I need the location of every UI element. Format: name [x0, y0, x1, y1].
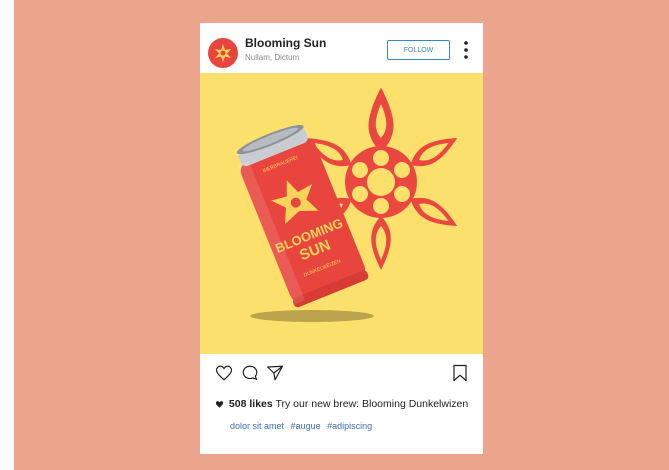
post-actions [200, 354, 483, 394]
comment-icon[interactable] [241, 364, 259, 382]
post-header: Blooming Sun Nullam, Dictum FOLLOW [200, 23, 483, 73]
account-location: Nullam, Dictum [245, 53, 300, 62]
follow-button[interactable]: FOLLOW [387, 40, 450, 60]
hashtag[interactable]: #adipiscing [327, 421, 372, 431]
more-vertical-icon[interactable] [462, 40, 470, 60]
bookmark-icon[interactable] [451, 364, 469, 382]
account-avatar[interactable] [208, 38, 238, 68]
heart-filled-icon [215, 401, 224, 408]
post-caption: 508 likes Try our new brew: Blooming Dun… [215, 398, 468, 410]
heart-outline-icon[interactable] [215, 364, 233, 382]
instagram-post-card: Blooming Sun Nullam, Dictum FOLLOW BLOOM… [200, 23, 483, 454]
caption-line2: dolor sit amet [230, 421, 285, 431]
beer-can-illustration: BLOOMING SUN BIERBRAUEREI DUNKELWEIZEN [236, 87, 458, 322]
post-image[interactable]: BLOOMING SUN BIERBRAUEREI DUNKELWEIZEN [200, 73, 483, 354]
account-name[interactable]: Blooming Sun [245, 36, 326, 50]
hashtag[interactable]: #augue [291, 421, 321, 431]
caption-continuation: dolor sit amet #augue #adipiscing [230, 421, 376, 431]
sun-logo-icon [215, 44, 231, 62]
beer-can: BLOOMING SUN BIERBRAUEREI DUNKELWEIZEN [236, 124, 369, 308]
caption-text: Try our new brew: Blooming Dunkelwizen [275, 398, 469, 410]
likes-count[interactable]: 508 likes [229, 398, 273, 410]
send-icon[interactable] [266, 364, 284, 382]
